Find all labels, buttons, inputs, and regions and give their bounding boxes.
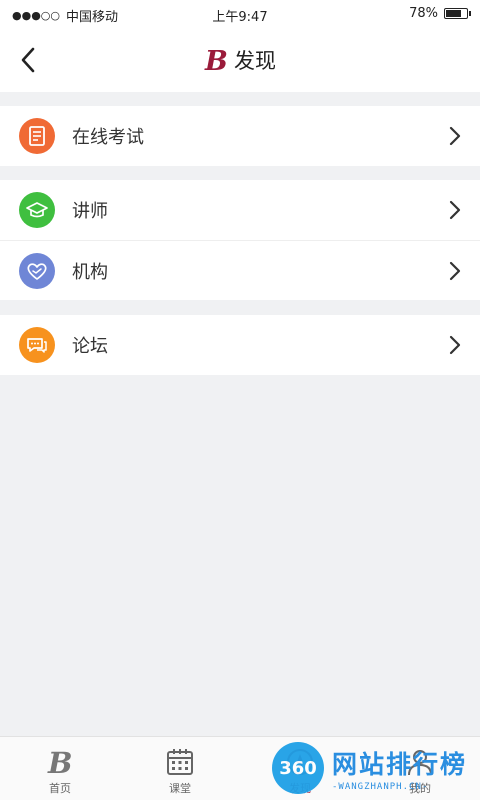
list-item-lecturer[interactable]: 讲师 xyxy=(0,180,480,240)
b-logo-icon: B xyxy=(47,747,73,777)
signal-strength-icon: ●●●○○ xyxy=(12,9,60,22)
list-item-label: 机构 xyxy=(72,261,108,283)
chevron-right-icon xyxy=(449,126,461,146)
handshake-heart-icon xyxy=(19,253,55,289)
section-exam: 在线考试 xyxy=(0,106,480,166)
tab-classroom[interactable]: 课堂 xyxy=(120,737,240,800)
tab-discover[interactable]: 发现 xyxy=(240,737,360,800)
list-item-institution[interactable]: 机构 xyxy=(0,240,480,300)
tab-label: 发现 xyxy=(289,782,311,795)
status-right: 78% xyxy=(409,6,471,21)
tab-home[interactable]: B 首页 xyxy=(0,737,120,800)
list-item-label: 讲师 xyxy=(72,201,108,222)
calendar-icon xyxy=(167,749,193,775)
brand-logo-icon: B xyxy=(204,46,228,74)
nav-title-group: B 发现 xyxy=(0,28,480,92)
list-item-online-exam[interactable]: 在线考试 xyxy=(0,106,480,166)
tab-mine[interactable]: 我的 xyxy=(360,737,480,800)
discover-icon xyxy=(287,749,313,775)
tab-label: 课堂 xyxy=(169,782,191,795)
list-item-forum[interactable]: 论坛 xyxy=(0,315,480,375)
chevron-left-icon xyxy=(21,47,35,73)
page-title: 发现 xyxy=(234,49,276,73)
list-item-label: 论坛 xyxy=(72,336,108,357)
section-people: 讲师 机构 xyxy=(0,180,480,300)
exam-document-icon xyxy=(19,118,55,154)
svg-text:B: B xyxy=(47,747,73,777)
chat-bubbles-icon xyxy=(19,327,55,363)
carrier-name: 中国移动 xyxy=(66,10,119,25)
battery-percent: 78% xyxy=(409,6,438,21)
svg-text:B: B xyxy=(204,46,228,74)
status-left: ●●●○○ 中国移动 xyxy=(12,6,118,25)
tab-label: 首页 xyxy=(49,782,71,795)
bottom-tab-bar: B 首页 课堂 发现 我的 xyxy=(0,736,480,800)
person-icon xyxy=(408,750,432,776)
list-item-label: 在线考试 xyxy=(72,127,144,148)
chevron-right-icon xyxy=(449,200,461,220)
section-forum: 论坛 xyxy=(0,315,480,375)
navigation-bar: B 发现 xyxy=(0,28,480,92)
tab-label: 我的 xyxy=(409,782,431,795)
graduation-cap-icon xyxy=(19,192,55,228)
battery-icon xyxy=(444,8,471,19)
chevron-right-icon xyxy=(449,335,461,355)
chevron-right-icon xyxy=(449,261,461,281)
battery-level xyxy=(446,10,461,17)
status-bar: ●●●○○ 中国移动 上午9:47 78% xyxy=(0,0,480,28)
back-button[interactable] xyxy=(8,40,48,80)
